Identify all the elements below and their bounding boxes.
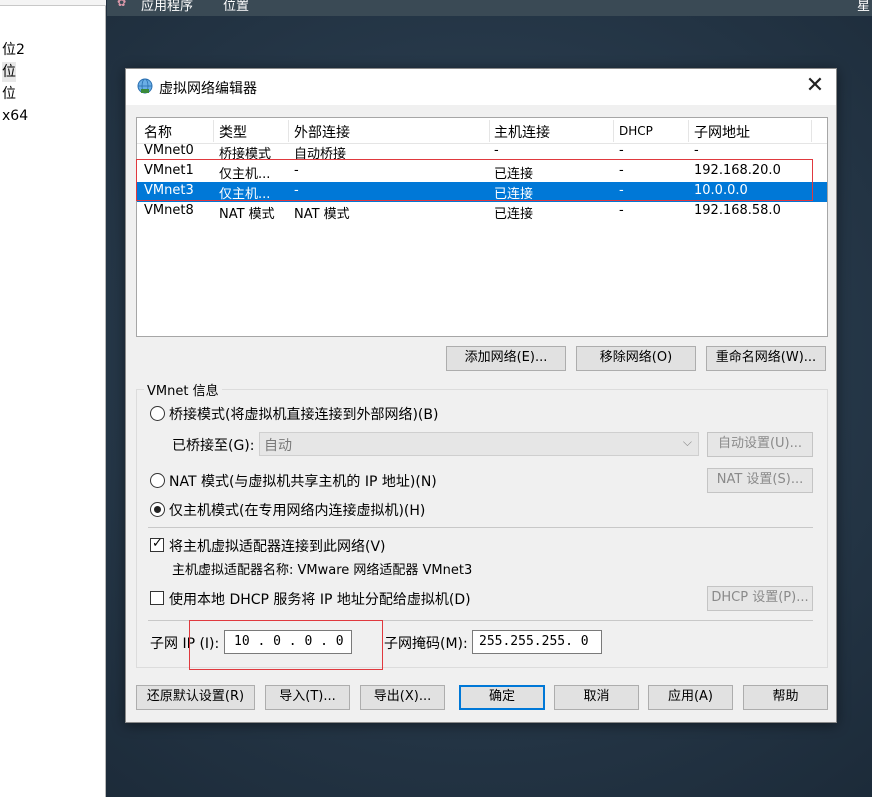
divider bbox=[148, 527, 813, 528]
connect-adapter-label[interactable]: 将主机虚拟适配器连接到此网络(V) bbox=[169, 536, 386, 556]
bridged-to-select[interactable]: 自动 ⌵ bbox=[259, 432, 699, 456]
list-item[interactable]: 位2 bbox=[2, 40, 25, 60]
bridged-to-label: 已桥接至(G): bbox=[172, 438, 255, 454]
cancel-button[interactable]: 取消 bbox=[554, 685, 639, 710]
menu-applications[interactable]: 应用程序 bbox=[141, 0, 193, 14]
column-divider[interactable] bbox=[613, 120, 614, 142]
apply-button[interactable]: 应用(A) bbox=[648, 685, 733, 710]
bridged-to-value: 自动 bbox=[264, 438, 292, 454]
dhcp-settings-button[interactable]: DHCP 设置(P)... bbox=[707, 586, 813, 611]
ok-button[interactable]: 确定 bbox=[459, 685, 545, 710]
connect-adapter-checkbox[interactable]: ✓ bbox=[150, 536, 164, 552]
nat-settings-button[interactable]: NAT 设置(S)... bbox=[707, 468, 813, 493]
cell-subnet: - bbox=[694, 143, 699, 158]
export-button[interactable]: 导出(X)... bbox=[360, 685, 445, 710]
annotation-box-subnet-ip bbox=[189, 620, 383, 670]
annotation-box-rows bbox=[136, 159, 813, 201]
column-header-dhcp[interactable]: DHCP bbox=[619, 124, 653, 144]
cell-dhcp: - bbox=[619, 203, 624, 218]
cell-dhcp: - bbox=[619, 143, 624, 158]
cell-name: VMnet0 bbox=[144, 143, 194, 158]
desktop-top-bar: ✿ 应用程序 位置 星 bbox=[107, 0, 872, 16]
close-button[interactable]: ✕ bbox=[800, 73, 830, 101]
remove-network-button[interactable]: 移除网络(O) bbox=[576, 346, 696, 371]
apps-icon[interactable]: ✿ bbox=[117, 0, 126, 9]
bridged-label[interactable]: 桥接模式(将虚拟机直接连接到外部网络)(B) bbox=[169, 404, 438, 424]
dialog-title: 虚拟网络编辑器 bbox=[159, 81, 257, 97]
dhcp-label[interactable]: 使用本地 DHCP 服务将 IP 地址分配给虚拟机(D) bbox=[169, 589, 471, 609]
column-divider[interactable] bbox=[811, 120, 812, 142]
table-row[interactable]: VMnet8 NAT 模式 NAT 模式 已连接 - 192.168.58.0 bbox=[137, 202, 827, 222]
cell-type: NAT 模式 bbox=[219, 207, 275, 222]
bridged-radio[interactable] bbox=[150, 406, 165, 421]
cell-host: 已连接 bbox=[494, 207, 534, 222]
column-header-name[interactable]: 名称 bbox=[144, 122, 172, 142]
help-button[interactable]: 帮助 bbox=[743, 685, 828, 710]
checkmark-icon: ✓ bbox=[152, 536, 163, 551]
column-header-subnet[interactable]: 子网地址 bbox=[694, 122, 750, 142]
column-divider[interactable] bbox=[489, 120, 490, 142]
cell-external: NAT 模式 bbox=[294, 207, 350, 222]
vmnet-info-title: VMnet 信息 bbox=[144, 380, 222, 399]
subnet-mask-label: 子网掩码(M): bbox=[384, 636, 468, 652]
list-item[interactable]: 位 bbox=[2, 84, 16, 104]
restore-defaults-button[interactable]: 还原默认设置(R) bbox=[136, 685, 255, 710]
list-item[interactable]: 位 bbox=[2, 62, 16, 82]
nat-label[interactable]: NAT 模式(与虚拟机共享主机的 IP 地址)(N) bbox=[169, 471, 437, 491]
cell-name: VMnet8 bbox=[144, 203, 194, 218]
column-divider[interactable] bbox=[213, 120, 214, 142]
globe-icon bbox=[137, 78, 153, 94]
cell-subnet: 192.168.58.0 bbox=[694, 203, 781, 218]
dialog-titlebar[interactable]: 虚拟网络编辑器 ✕ bbox=[126, 69, 836, 105]
import-button[interactable]: 导入(T)... bbox=[265, 685, 350, 710]
hostonly-label[interactable]: 仅主机模式(在专用网络内连接虚拟机)(H) bbox=[169, 500, 425, 520]
network-list[interactable]: 名称 类型 外部连接 主机连接 DHCP 子网地址 VMnet0 桥接模式 自动… bbox=[136, 117, 828, 337]
adapter-name-text: 主机虚拟适配器名称: VMware 网络适配器 VMnet3 bbox=[172, 563, 473, 578]
list-header: 名称 类型 外部连接 主机连接 DHCP 子网地址 bbox=[137, 118, 827, 144]
column-header-host[interactable]: 主机连接 bbox=[494, 122, 550, 142]
column-divider[interactable] bbox=[288, 120, 289, 142]
subnet-mask-value: 255.255.255. 0 bbox=[479, 634, 589, 649]
dhcp-checkbox[interactable] bbox=[150, 591, 164, 605]
chevron-down-icon: ⌵ bbox=[682, 435, 692, 449]
auto-settings-button[interactable]: 自动设置(U)... bbox=[707, 432, 813, 457]
column-header-external[interactable]: 外部连接 bbox=[294, 122, 350, 142]
left-panel-scroll-edge bbox=[0, 0, 106, 6]
add-network-button[interactable]: 添加网络(E)... bbox=[446, 346, 566, 371]
cell-host: - bbox=[494, 143, 499, 158]
nat-radio[interactable] bbox=[150, 473, 165, 488]
top-bar-right-text: 星 bbox=[857, 0, 871, 14]
list-item[interactable]: x64 bbox=[2, 106, 28, 126]
column-divider[interactable] bbox=[688, 120, 689, 142]
hostonly-radio[interactable] bbox=[150, 502, 165, 517]
subnet-mask-input[interactable]: 255.255.255. 0 bbox=[472, 630, 602, 654]
rename-network-button[interactable]: 重命名网络(W)... bbox=[706, 346, 826, 371]
menu-places[interactable]: 位置 bbox=[223, 0, 249, 14]
left-panel: 位2 位 位 x64 bbox=[0, 0, 106, 797]
column-header-type[interactable]: 类型 bbox=[219, 122, 247, 142]
